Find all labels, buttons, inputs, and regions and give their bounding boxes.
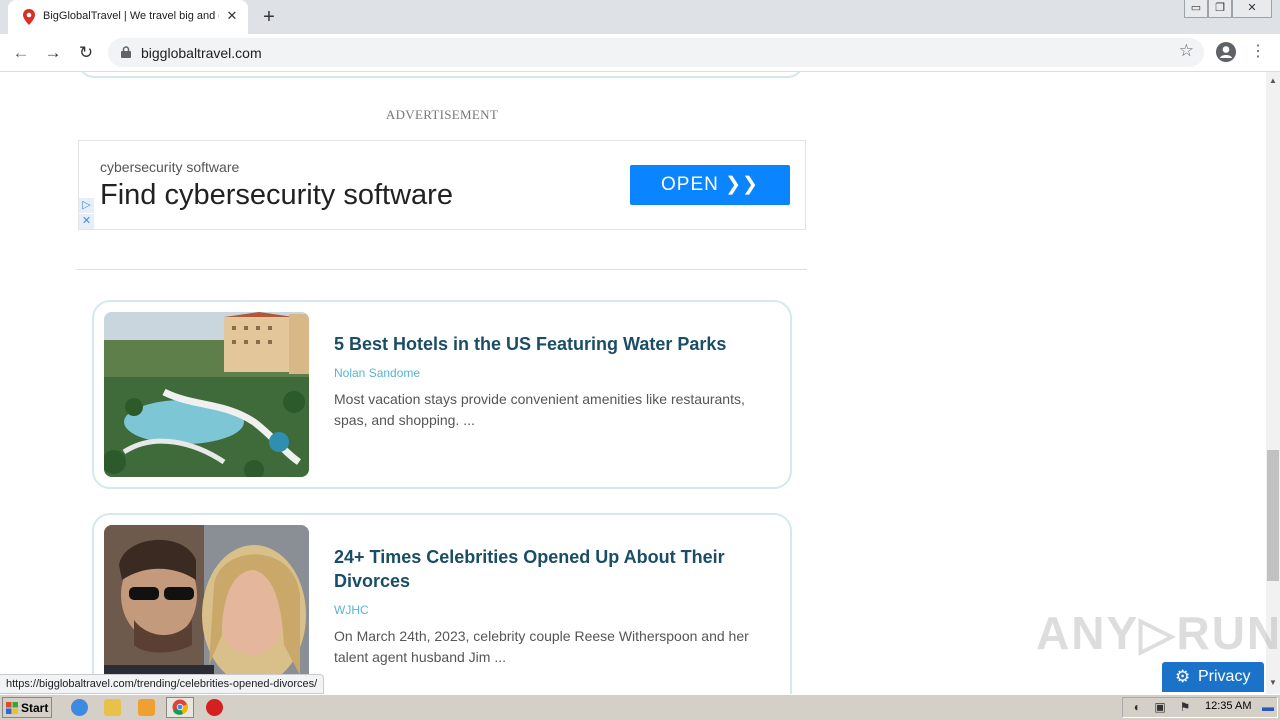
media-player-icon[interactable] — [138, 699, 155, 716]
bookmark-star-icon[interactable]: ☆ — [1179, 41, 1194, 61]
location-pin-icon — [23, 9, 35, 25]
browser-tab[interactable]: BigGlobalTravel | We travel big and c ✕ — [8, 0, 248, 34]
scroll-up-arrow-icon[interactable]: ▲ — [1266, 74, 1280, 88]
reload-icon[interactable]: ↻ — [75, 42, 97, 64]
windows-logo-icon — [6, 702, 18, 714]
scrollbar[interactable] — [1266, 72, 1280, 694]
start-button[interactable]: Start — [2, 697, 52, 718]
network-icon[interactable]: ▣ — [1153, 700, 1167, 714]
lock-icon — [121, 46, 131, 58]
ad-close-icon[interactable]: ✕ — [79, 214, 94, 229]
menu-icon[interactable]: ⋮ — [1250, 41, 1266, 63]
close-window-button[interactable]: ✕ — [1232, 0, 1272, 18]
url-text: bigglobaltravel.com — [141, 45, 262, 61]
flag-icon[interactable]: ⚑ — [1178, 700, 1192, 714]
ad-small-text: cybersecurity software — [100, 159, 240, 175]
chrome-taskbar-button[interactable] — [166, 697, 194, 718]
folder-icon[interactable] — [104, 699, 121, 716]
restore-button[interactable]: ❐ — [1208, 0, 1232, 18]
article-title[interactable]: 24+ Times Celebrities Opened Up About Th… — [334, 545, 764, 593]
back-arrow-icon[interactable]: ← — [10, 42, 32, 64]
new-tab-button[interactable]: + — [258, 6, 280, 28]
article-image[interactable] — [104, 525, 309, 694]
tab-strip: BigGlobalTravel | We travel big and c ✕ … — [0, 0, 1280, 34]
article-author[interactable]: WJHC — [334, 603, 369, 617]
ad-banner[interactable]: cybersecurity software Find cybersecurit… — [78, 140, 806, 230]
article-card[interactable]: 5 Best Hotels in the US Featuring Water … — [92, 300, 792, 489]
chrome-icon — [172, 699, 188, 715]
tab-title: BigGlobalTravel | We travel big and c — [43, 10, 219, 22]
divider — [77, 269, 807, 270]
tab-close-icon[interactable]: ✕ — [224, 8, 240, 24]
privacy-button[interactable]: ⚙ Privacy — [1162, 662, 1264, 692]
page-content: ADVERTISEMENT cybersecurity software Fin… — [0, 72, 1266, 694]
show-desktop-icon[interactable]: ▬ — [1261, 700, 1275, 714]
article-title[interactable]: 5 Best Hotels in the US Featuring Water … — [334, 332, 764, 356]
internet-explorer-icon[interactable] — [71, 699, 88, 716]
adchoices-icon[interactable]: ▷ — [79, 198, 94, 213]
stop-icon[interactable] — [206, 699, 223, 716]
article-card[interactable]: 24+ Times Celebrities Opened Up About Th… — [92, 513, 792, 694]
ad-label: ADVERTISEMENT — [385, 107, 499, 122]
start-label: Start — [21, 701, 49, 715]
watermark: ANY▷RUN — [1036, 607, 1280, 659]
article-excerpt: Most vacation stays provide convenient a… — [334, 391, 745, 428]
article-excerpt: On March 24th, 2023, celebrity couple Re… — [334, 628, 749, 665]
address-bar[interactable]: bigglobaltravel.com ☆ — [108, 38, 1204, 67]
gear-icon: ⚙ — [1175, 667, 1191, 686]
article-image[interactable] — [104, 312, 309, 477]
scrollbar-thumb[interactable] — [1267, 450, 1279, 581]
browser-toolbar: ← → ↻ bigglobaltravel.com ☆ ⋮ — [0, 34, 1280, 72]
system-tray: ◖ ▣ ⚑ 12:35 AM ▬ — [1122, 697, 1278, 718]
scroll-down-arrow-icon[interactable]: ▼ — [1266, 676, 1280, 690]
article-author[interactable]: Nolan Sandome — [334, 366, 420, 380]
status-url: https://bigglobaltravel.com/trending/cel… — [0, 674, 325, 694]
previous-card — [78, 72, 804, 78]
privacy-label: Privacy — [1198, 668, 1251, 685]
volume-icon[interactable]: ◖ — [1129, 700, 1143, 714]
forward-arrow-icon[interactable]: → — [42, 42, 64, 64]
ad-headline[interactable]: Find cybersecurity software — [100, 179, 453, 212]
account-icon[interactable] — [1216, 42, 1236, 62]
clock: 12:35 AM — [1205, 700, 1252, 712]
minimize-button[interactable]: ▭ — [1184, 0, 1208, 18]
ad-open-button[interactable]: OPEN ❯❯ — [630, 165, 790, 205]
taskbar: Start ◖ ▣ ⚑ 12:35 AM ▬ — [0, 694, 1280, 720]
